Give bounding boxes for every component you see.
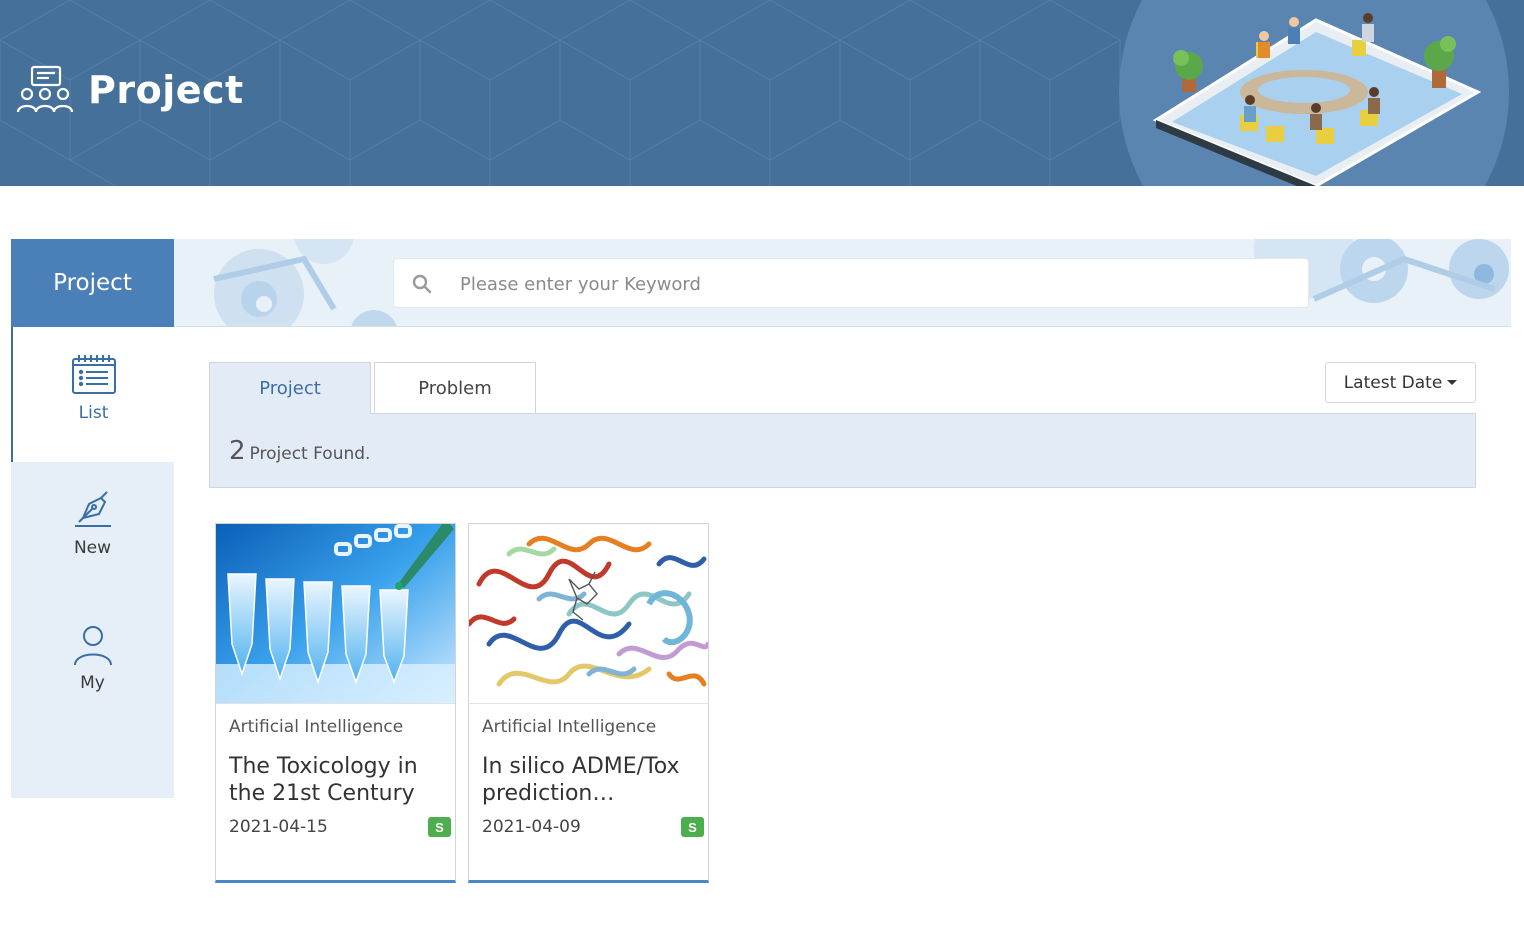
sidebar-item-label: List <box>78 403 109 423</box>
result-count: 2 <box>229 435 246 466</box>
sort-dropdown[interactable]: Latest Date <box>1325 362 1476 403</box>
user-icon <box>73 626 112 666</box>
tab-project[interactable]: Project <box>209 362 371 414</box>
sidebar-item-new[interactable]: New <box>11 462 174 597</box>
sidebar-title: Project <box>11 239 174 327</box>
page-title: Project <box>88 68 244 112</box>
status-badge: S <box>681 817 704 837</box>
sidebar-nav: List New My <box>11 327 174 798</box>
header-banner: Project <box>0 0 1524 186</box>
meeting-icon <box>16 65 74 113</box>
card-date: 2021-04-09 <box>482 817 581 837</box>
card-thumbnail <box>216 524 455 704</box>
project-card[interactable]: Artificial Intelligence The Toxicology i… <box>215 523 456 883</box>
result-summary: 2 Project Found. <box>209 413 1476 488</box>
pen-nib-icon <box>74 491 111 527</box>
sidebar-item-list[interactable]: List <box>11 327 174 462</box>
search-bar <box>174 239 1511 327</box>
search-box[interactable] <box>393 258 1309 308</box>
status-badge: S <box>428 817 451 837</box>
search-input[interactable] <box>460 269 1280 299</box>
caret-down-icon <box>1447 380 1458 385</box>
result-text: Project Found. <box>249 443 371 464</box>
card-title[interactable]: The Toxicology in the 21st Century <box>229 753 444 807</box>
card-title[interactable]: In silico ADME/Tox prediction… <box>482 753 697 807</box>
card-thumbnail <box>469 524 708 704</box>
meeting-illustration <box>1119 0 1509 186</box>
project-card[interactable]: Artificial Intelligence In silico ADME/T… <box>468 523 709 883</box>
tab-problem[interactable]: Problem <box>374 362 536 414</box>
sidebar-item-label: New <box>73 538 112 558</box>
sort-label: Latest Date <box>1343 372 1443 393</box>
sidebar-item-my[interactable]: My <box>11 597 174 732</box>
search-icon <box>412 274 432 294</box>
list-calendar-icon <box>71 355 116 394</box>
card-category: Artificial Intelligence <box>482 717 657 737</box>
sidebar-item-label: My <box>80 673 105 693</box>
card-date: 2021-04-15 <box>229 817 328 837</box>
card-category: Artificial Intelligence <box>229 717 404 737</box>
